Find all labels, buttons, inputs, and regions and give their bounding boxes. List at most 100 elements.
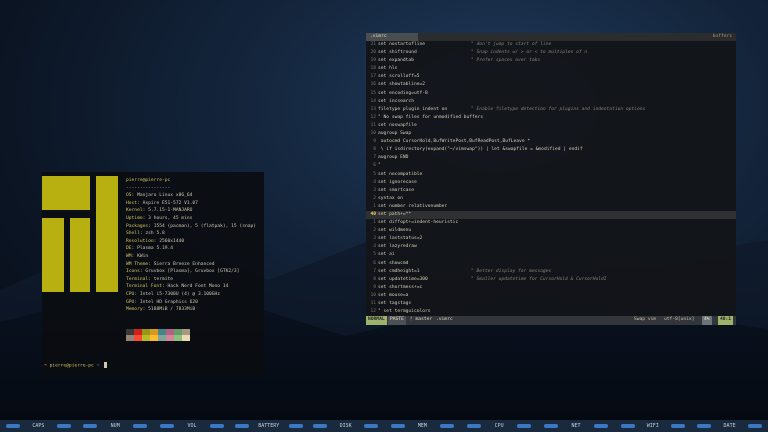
code-line[interactable]: 3 set laststatus=2 — [366, 235, 736, 243]
code-line[interactable]: 11 set tagstags — [366, 300, 736, 308]
vim-window[interactable]: .vimrc buffers 21 set nostartofline " don'… — [366, 33, 736, 325]
line-code: " set termguicolors — [378, 309, 431, 315]
prompt-host: pierre@pierre-pc — [49, 363, 94, 369]
shell-prompt[interactable]: ➜ pierre@pierre-pc ~ — [44, 362, 108, 370]
code-line[interactable]: 11 set noswapfile — [366, 122, 736, 130]
code-line[interactable]: 6 set showcmd — [366, 260, 736, 268]
bar-label: DATE — [723, 423, 736, 429]
info-row: CPU: Intel i5-7300U (4) @ 3.100GHz — [126, 291, 221, 297]
info-key: GPU — [126, 299, 135, 305]
bar-indicator-icon — [160, 424, 175, 428]
line-number: 9 — [373, 139, 376, 145]
line-code: set expandtab — [378, 58, 414, 64]
line-code: augroup Swap — [378, 131, 412, 137]
bar-indicator-icon — [467, 424, 482, 428]
code-line[interactable]: 17 set scrolloff=5 — [366, 73, 736, 81]
code-line[interactable]: 15 set encoding=utf-8 — [366, 90, 736, 98]
code-line[interactable]: 1 set number relativenumber — [366, 203, 736, 211]
bar-segment: MEM — [384, 420, 461, 432]
line-code: set tagstags — [378, 301, 412, 306]
line-number: 3 — [373, 236, 376, 242]
bar-indicator-icon — [516, 424, 531, 428]
info-row: Packages: 1554 (pacman), 5 (flatpak), 15… — [126, 223, 257, 229]
mode-indicator: NORMAL — [366, 316, 387, 325]
code-line[interactable]: 5 set nocompatible — [366, 171, 736, 179]
palette-swatch — [166, 335, 174, 341]
code-line[interactable]: 7 augroup END — [366, 154, 736, 162]
line-code: set number relativenumber — [378, 203, 448, 209]
code-line[interactable]: 14 set incsearch — [366, 98, 736, 106]
vim-editor-area[interactable]: 21 set nostartofline " don't jump to start… — [366, 41, 736, 316]
info-value: 2560x1440 — [159, 238, 185, 244]
bar-indicator-icon — [544, 424, 559, 428]
line-number: 11 — [370, 301, 376, 306]
bar-indicator-icon — [313, 424, 328, 428]
bar-indicator-icon — [235, 424, 249, 428]
info-key: DE — [126, 246, 132, 252]
info-value: 5188MiB / 7833MiB — [148, 307, 196, 313]
code-line[interactable]: 12 " set termguicolors — [366, 308, 736, 316]
line-number: 4 — [373, 244, 376, 250]
code-line[interactable]: 13 filetype plugin indent on " Enable file… — [366, 106, 736, 114]
code-line[interactable]: 9 set shortmess+=c — [366, 284, 736, 292]
line-code: set laststatus=2 — [378, 236, 423, 242]
code-line[interactable]: 8 set updatetime=300 " Smaller updatetime … — [366, 276, 736, 284]
code-line[interactable]: 21 set nostartofline " don't jump to start… — [366, 41, 736, 49]
line-number: 4 — [373, 179, 376, 185]
terminal-window[interactable]: pierre@pierre-pc ---------------- OS: Ma… — [42, 172, 264, 376]
line-code: set showtabline=2 — [378, 82, 426, 88]
code-line-current[interactable]: 40 set path+=** — [366, 210, 736, 220]
code-line[interactable]: 19 set expandtab " Prefer spaces over tabs — [366, 57, 736, 65]
code-line[interactable]: 2 set wildmenu — [366, 227, 736, 235]
bar-indicator-icon — [209, 424, 224, 428]
line-comment: " Snap indents w/ > or < to multiples of… — [471, 50, 588, 56]
info-key: WM Theme — [126, 261, 149, 267]
bar-label: CPU — [494, 423, 504, 429]
code-line[interactable]: 6 " — [366, 162, 736, 170]
line-number: 40 — [370, 211, 376, 217]
code-line[interactable]: 5 set ai — [366, 251, 736, 259]
git-branch-name: master — [415, 317, 433, 322]
system-status-bar: CAPS NUM VOL BATTERY DISK MEM CPU NET WIFI DATE — [0, 420, 768, 432]
code-line[interactable]: 8 \ if isdirectory(expand("~/vimswap")) … — [366, 146, 736, 154]
code-line[interactable]: 16 set showtabline=2 — [366, 81, 736, 89]
bar-indicator-icon — [56, 424, 71, 428]
code-line[interactable]: 2 syntax on — [366, 195, 736, 203]
code-line[interactable]: 3 set smartcase — [366, 187, 736, 195]
info-row: OS: Manjaro Linux x86_64 — [126, 193, 193, 199]
bar-indicator-icon — [390, 424, 405, 428]
line-number: 5 — [373, 252, 376, 258]
info-key: CPU — [126, 291, 135, 297]
bar-segment: NET — [538, 420, 615, 432]
line-comment: " don't jump to start of line — [471, 42, 552, 47]
info-value: Intel HD Graphics 620 — [139, 299, 198, 305]
line-code: set nocompatible — [378, 171, 423, 177]
code-line[interactable]: 20 set shiftround " Snap indents w/ > or <… — [366, 49, 736, 57]
tab-vimrc[interactable]: .vimrc — [366, 33, 418, 41]
info-value: zsh 5.8 — [145, 231, 165, 237]
info-key: OS — [126, 193, 132, 199]
info-key: Host — [126, 200, 138, 206]
code-line[interactable]: 12 " No swap files for unmodified buffers — [366, 114, 736, 122]
bar-indicator-icon — [593, 424, 608, 428]
code-line[interactable]: 10 augroup Swap — [366, 130, 736, 138]
line-number: 21 — [370, 42, 376, 47]
info-key: Kernel — [126, 208, 143, 214]
line-comment: " Prefer spaces over tabs — [471, 58, 541, 64]
info-key: Shell — [126, 231, 140, 237]
info-value: Gruvbox [Plasma], Gruvbox [GTK2/3] — [145, 269, 240, 275]
color-palette — [126, 329, 190, 341]
code-line[interactable]: 18 set hls — [366, 65, 736, 73]
code-line[interactable]: 9 autocmd CursorHold,BufWritePost,BufRea… — [366, 138, 736, 146]
bar-segment: BATTERY — [230, 420, 307, 432]
vim-tabline: .vimrc buffers — [366, 33, 736, 41]
line-number: 5 — [373, 171, 376, 177]
code-line[interactable]: 4 set lazyredraw — [366, 243, 736, 251]
code-line[interactable]: 4 set ignorecase — [366, 179, 736, 187]
neofetch-info: pierre@pierre-pc ---------------- OS: Ma… — [126, 177, 262, 314]
bar-label: BATTERY — [258, 423, 280, 429]
code-line[interactable]: 1 set diffopt+=indent-heuristic — [366, 219, 736, 227]
code-line[interactable]: 10 set mouse=a — [366, 292, 736, 300]
info-value: Sierra Breeze Enhanced — [153, 261, 215, 267]
code-line[interactable]: 7 set cmdheight=1 " Better display for mes… — [366, 268, 736, 276]
